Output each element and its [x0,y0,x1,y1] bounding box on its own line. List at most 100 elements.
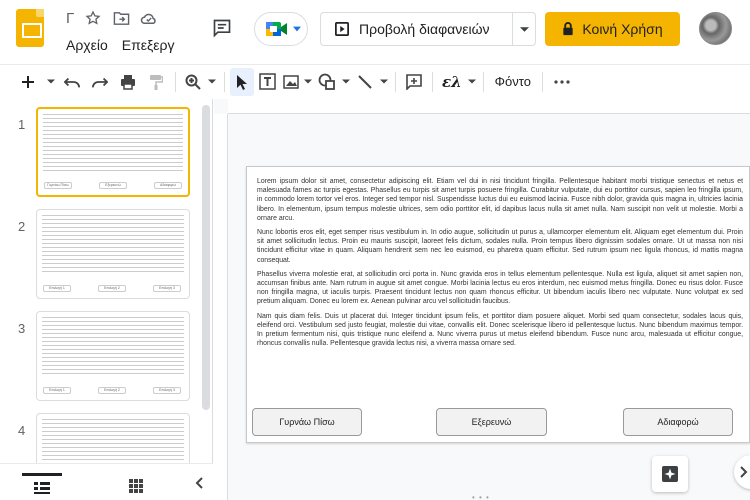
back-button[interactable]: Γυρνάω Πίσω [252,408,362,436]
slide-paragraph: Lorem ipsum dolor sit amet, consectetur … [257,178,743,222]
thumbnail-button: Επιλογή 3 [153,387,181,394]
move-folder-icon[interactable] [112,9,130,27]
menu-bar: Αρχείο Επεξεργ [66,37,175,53]
star-icon[interactable] [84,9,102,27]
menu-edit[interactable]: Επεξεργ [122,37,175,53]
share-button[interactable]: Κοινή Χρήση [545,12,680,46]
shape-button[interactable] [314,68,340,96]
chevron-down-icon [467,79,476,84]
menu-fade [175,0,195,60]
slide-thumbnail[interactable]: Επιλογή 1 Επιλογή 2 Επιλογή 3 [36,209,190,299]
new-slide-button[interactable] [12,68,44,96]
horizontal-ruler [228,99,750,114]
add-comment-button[interactable] [401,68,427,96]
menu-file[interactable]: Αρχείο [66,37,108,53]
speaker-notes-drag-handle[interactable]: • • • [472,493,490,500]
current-slide[interactable]: Lorem ipsum dolor sit amet, consectetur … [246,166,750,443]
slide-thumbnail-row: 3 Επιλογή 1 Επιλογή 2 Επιλογή 3 [0,311,200,403]
grid-view-button[interactable] [120,473,152,499]
insert-image-dropdown[interactable] [302,68,314,96]
explore-button[interactable]: Εξερευνώ [436,408,547,436]
slideshow-dropdown-button[interactable] [513,26,535,32]
ignore-button[interactable]: Αδιαφορώ [623,408,733,436]
title-row: Γ [66,9,158,27]
chevron-down-icon [304,79,312,84]
present-icon [335,22,349,36]
zoom-dropdown[interactable] [205,68,219,96]
chevron-down-icon [519,26,529,32]
slide-number: 2 [18,219,26,234]
slide-thumbnail-row: 2 Επιλογή 1 Επιλογή 2 Επιλογή 3 [0,209,200,301]
undo-icon [64,77,80,87]
sparkle-icon [662,466,678,482]
print-icon [121,74,135,90]
input-tools-button[interactable]: ελ [438,68,466,96]
slide-text-box[interactable]: Lorem ipsum dolor sit amet, consectetur … [257,177,743,353]
line-dropdown[interactable] [378,68,390,96]
slide-number: 1 [18,117,26,132]
shape-dropdown[interactable] [340,68,352,96]
slide-thumbnail[interactable]: Γυρνάω Πίσω Εξερευνώ Αδιαφορώ [36,107,190,197]
slide-editor: Lorem ipsum dolor sit amet, consectetur … [214,99,750,500]
shape-icon [318,73,335,90]
slideshow-button-group: Προβολή διαφανειών [320,12,536,46]
thumbnail-button: Επιλογή 2 [98,285,126,292]
slide-thumbnail[interactable]: Επιλογή 1 Επιλογή 2 Επιλογή 3 [36,311,190,401]
cloud-status-icon[interactable] [140,9,158,27]
filmstrip-view-button[interactable] [22,473,62,499]
thumbnail-buttons: Επιλογή 1 Επιλογή 2 Επιλογή 3 [37,285,189,292]
redo-icon [92,77,108,87]
slide-paragraph: Nam quis diam felis. Duis ut placerat du… [257,312,743,348]
plus-icon [22,75,34,88]
chevron-right-icon [740,466,748,478]
toolbar-divider [432,71,433,92]
thumbnail-text-lines [42,317,184,375]
print-button[interactable] [114,68,142,96]
thumbnail-button: Γυρνάω Πίσω [44,182,72,189]
toolbar-divider [482,71,484,92]
share-label: Κοινή Χρήση [582,21,663,37]
toolbar-divider [541,71,543,92]
comment-icon [213,19,231,38]
add-comment-icon [406,73,422,90]
comment-history-button[interactable] [208,14,236,42]
slide-filmstrip: 1 Γυρνάω Πίσω Εξερευνώ Αδιαφορώ 2 Επιλογ… [0,99,213,500]
meet-button[interactable] [254,12,308,46]
background-button[interactable]: Φόντο [489,68,537,96]
vertical-ruler [214,114,228,500]
thumbnail-button: Αδιαφορώ [154,182,182,189]
filmstrip-footer [0,463,213,500]
new-slide-layout-dropdown[interactable] [44,68,58,96]
paint-format-button[interactable] [142,68,170,96]
text-box-button[interactable] [254,68,280,96]
side-panel-toggle-button[interactable] [734,455,750,489]
insert-image-button[interactable] [280,68,302,96]
zoom-button[interactable] [181,68,205,96]
slide-paragraph: Phasellus viverra molestie erat, at soll… [257,270,743,306]
redo-button[interactable] [86,68,114,96]
slideshow-button[interactable]: Προβολή διαφανειών [321,13,513,45]
undo-button[interactable] [58,68,86,96]
chevron-down-icon [47,79,55,84]
thumbnail-buttons: Επιλογή 1 Επιλογή 2 Επιλογή 3 [37,387,189,394]
input-tools-dropdown[interactable] [466,68,478,96]
line-button[interactable] [352,68,378,96]
slide-number: 4 [18,423,26,438]
slide-number: 3 [18,321,26,336]
toolbar-divider [175,71,176,92]
slideshow-label: Προβολή διαφανειών [359,21,490,37]
app-header: Γ Αρχείο Επεξεργ Προβολή διαφανειών Κοιν… [0,0,750,62]
filmstrip-scrollbar[interactable] [202,105,210,410]
account-avatar[interactable] [699,12,732,45]
line-icon [358,74,372,89]
slides-logo-icon[interactable] [16,9,44,47]
explore-assistant-button[interactable] [652,456,688,492]
grid-view-icon [129,479,143,493]
paint-format-icon [150,74,163,90]
collapse-filmstrip-button[interactable] [186,470,212,496]
document-title[interactable]: Γ [66,10,74,27]
more-options-button[interactable] [548,68,576,96]
slide-paragraph: Nunc lobortis eros elit, eget semper ris… [257,229,743,264]
select-tool-button[interactable] [230,67,254,96]
thumbnail-buttons: Γυρνάω Πίσω Εξερευνώ Αδιαφορώ [38,182,188,189]
